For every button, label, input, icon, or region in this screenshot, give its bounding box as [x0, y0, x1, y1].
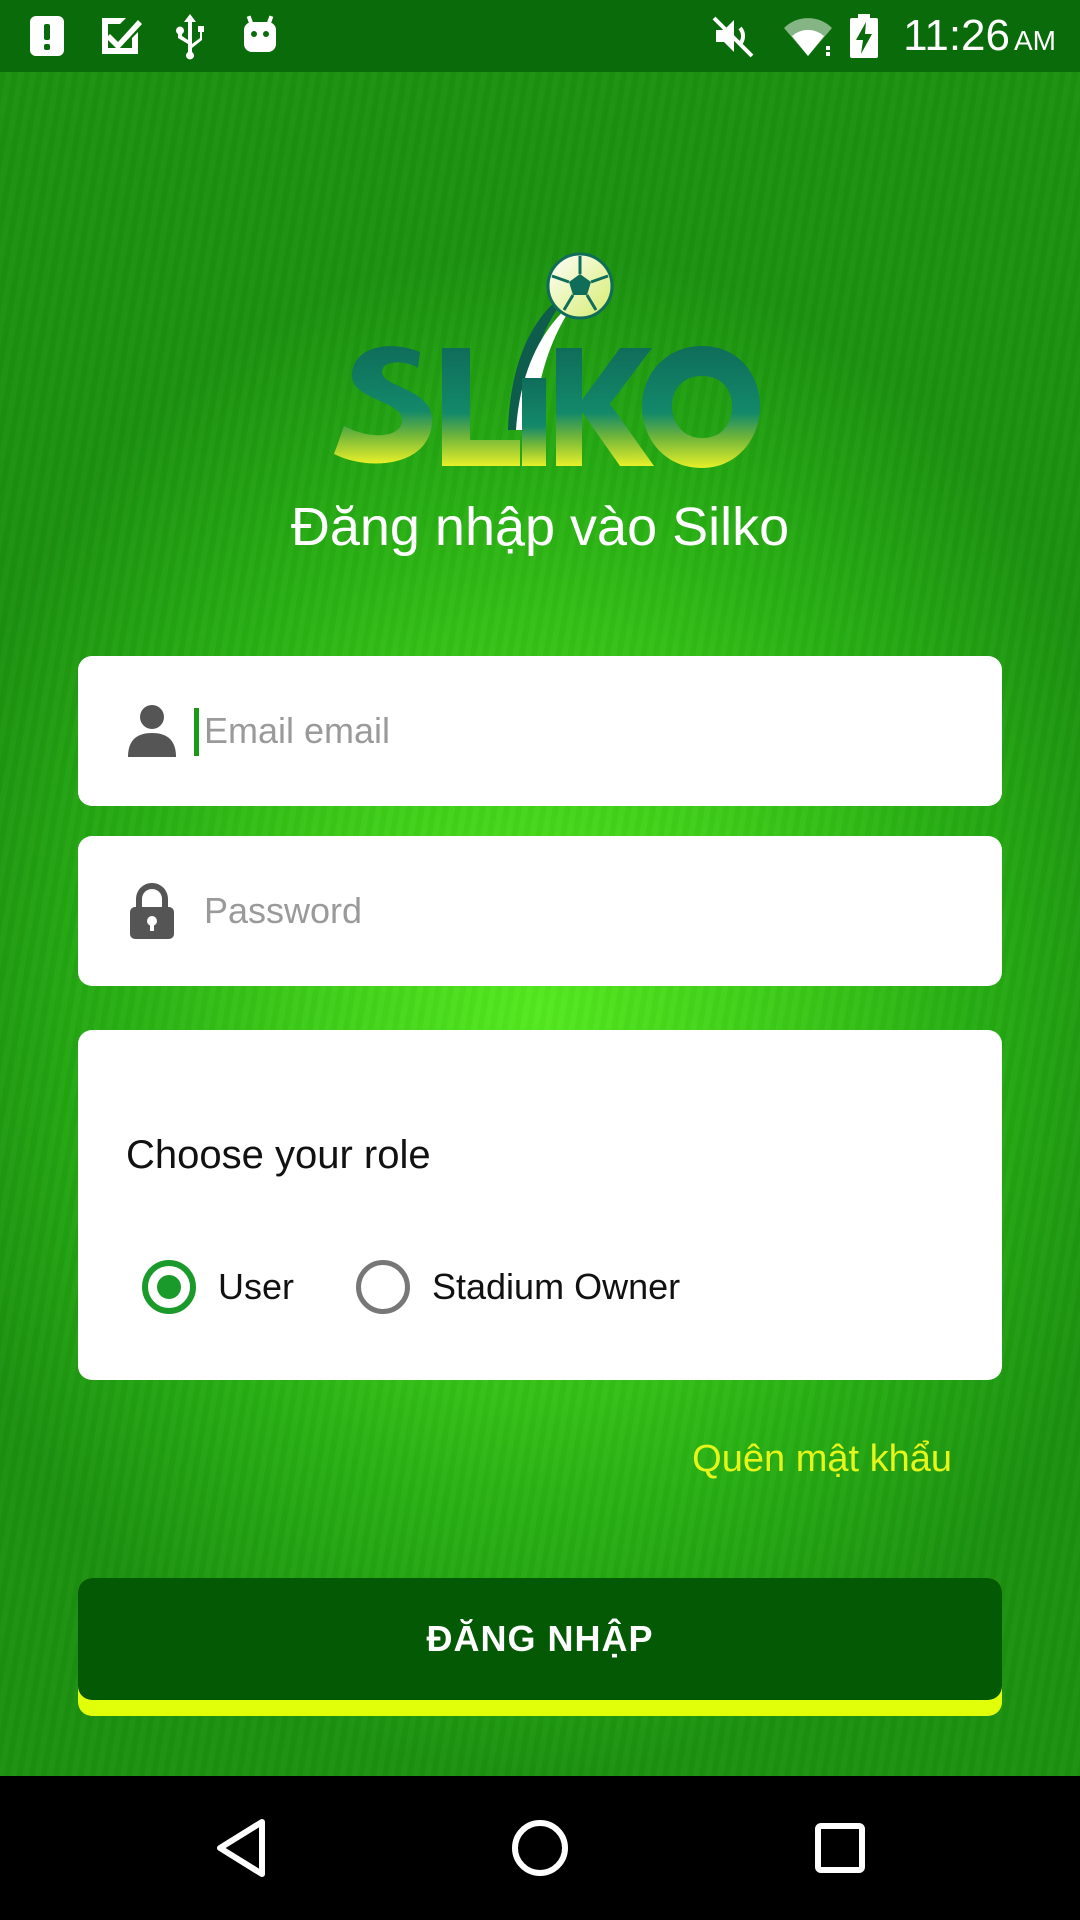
password-field-card — [78, 836, 1002, 986]
wifi-icon — [784, 18, 832, 56]
email-field-card — [78, 656, 1002, 806]
checkbox-notification-icon — [102, 18, 142, 54]
radio-user[interactable]: User — [142, 1255, 294, 1319]
forgot-password-link[interactable]: Quên mật khẩu — [692, 1434, 952, 1484]
radio-stadium-owner[interactable]: Stadium Owner — [356, 1255, 680, 1319]
radio-stadium-owner-label: Stadium Owner — [432, 1266, 681, 1307]
battery-charging-icon — [850, 14, 878, 58]
radio-unchecked-icon — [356, 1260, 410, 1314]
login-screen: Đăng nhập vào Silko Choose your role — [0, 72, 1080, 1776]
clock-ampm: AM — [1014, 25, 1056, 56]
person-icon — [128, 705, 176, 757]
email-input[interactable] — [194, 656, 954, 806]
clock-time: 11:26 — [903, 11, 1010, 60]
login-title: Đăng nhập vào Silko — [290, 497, 790, 557]
login-button-label: ĐĂNG NHẬP — [426, 1618, 654, 1659]
radio-user-label: User — [218, 1266, 295, 1307]
mute-icon — [712, 16, 754, 58]
password-input[interactable] — [194, 836, 954, 986]
silko-logo — [334, 252, 760, 468]
usb-icon — [176, 14, 204, 60]
home-icon[interactable] — [504, 1812, 576, 1884]
text-cursor — [194, 708, 199, 756]
role-title: Choose your role — [126, 1133, 431, 1177]
navigation-bar — [0, 1776, 1080, 1920]
screen: 11:26 AM Đăng nhập vào Silko Email email… — [0, 0, 1080, 1920]
status-bar: 11:26 AM — [0, 0, 1080, 72]
clock: 11:26 AM — [903, 10, 1056, 67]
radio-checked-icon — [142, 1260, 196, 1314]
login-button-face: ĐĂNG NHẬP — [78, 1578, 1002, 1700]
role-card: Choose your role User Stadium Owner — [78, 1030, 1002, 1380]
login-button[interactable]: ĐĂNG NHẬP — [78, 1578, 1002, 1716]
back-icon[interactable] — [206, 1812, 278, 1884]
alert-icon — [30, 16, 64, 56]
android-debug-icon — [244, 15, 276, 52]
lock-icon — [130, 883, 174, 939]
recents-icon[interactable] — [804, 1812, 876, 1884]
